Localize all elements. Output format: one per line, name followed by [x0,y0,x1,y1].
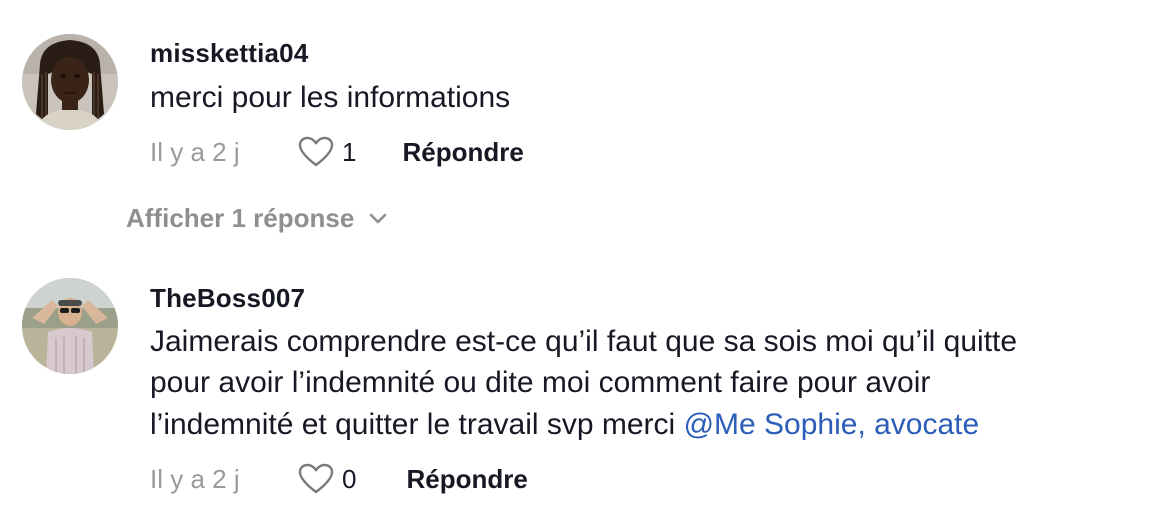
like-button[interactable]: 1 [298,136,356,168]
show-replies-button[interactable]: Afficher 1 réponse [126,203,388,234]
show-replies-label: Afficher 1 réponse [126,203,355,233]
avatar-image [22,278,118,374]
avatar[interactable] [22,278,118,374]
comment-actions: Il y a 2 j 0 Répondre [150,462,528,496]
heart-outline-icon [298,136,334,167]
comment-timestamp: Il y a 2 j [150,136,240,167]
comment-text-line: Jaimerais comprendre est-ce qu’il faut q… [150,325,1018,358]
mention-link[interactable]: @Me Sophie, avocate [684,408,980,441]
comment-username[interactable]: TheBoss007 [150,283,305,314]
like-count: 0 [342,463,357,494]
comment-text-segment: l’indemnité et quitter le travail svp me… [150,408,676,441]
avatar-image [22,34,118,130]
chevron-down-icon [369,213,387,223]
reply-button[interactable]: Répondre [406,464,527,495]
like-button[interactable]: 0 [298,463,356,495]
reply-button[interactable]: Répondre [402,137,523,168]
comment-text-line: l’indemnité et quitter le travail svp me… [150,404,979,445]
comment-username[interactable]: misskettia04 [150,38,309,69]
heart-outline-icon [298,463,334,494]
comment-actions: Il y a 2 j 1 Répondre [150,135,524,169]
comment-text: merci pour les informations [150,81,511,114]
avatar[interactable] [22,34,118,130]
comment-timestamp: Il y a 2 j [150,463,240,494]
like-count: 1 [342,136,357,167]
comment-text-line: pour avoir l’indemnité ou dite moi comme… [150,366,931,399]
